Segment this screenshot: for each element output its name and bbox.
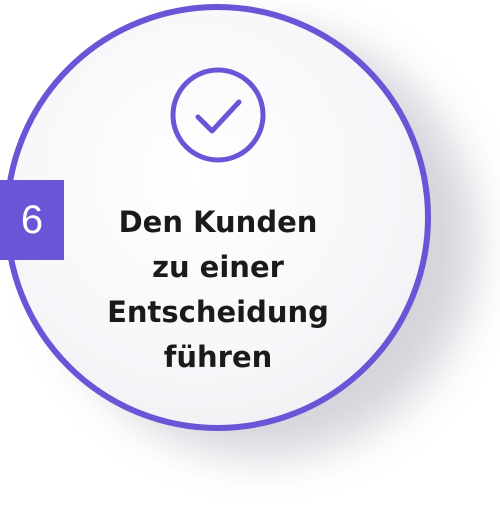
step-title-line-1: Den Kunden [118, 205, 318, 239]
step-number: 6 [20, 197, 44, 242]
step-number-badge: 6 [0, 180, 64, 260]
step-title: Den Kunden zu einer Entscheidung führen [90, 200, 346, 380]
check-circle-icon [170, 67, 266, 163]
step-title-line-3: Entscheidung [107, 295, 329, 329]
step-title-line-4: führen [163, 340, 273, 374]
step-title-line-2: zu einer [152, 250, 284, 284]
step-card: 6 Den Kunden zu einer Entscheidung führe… [0, 0, 500, 505]
